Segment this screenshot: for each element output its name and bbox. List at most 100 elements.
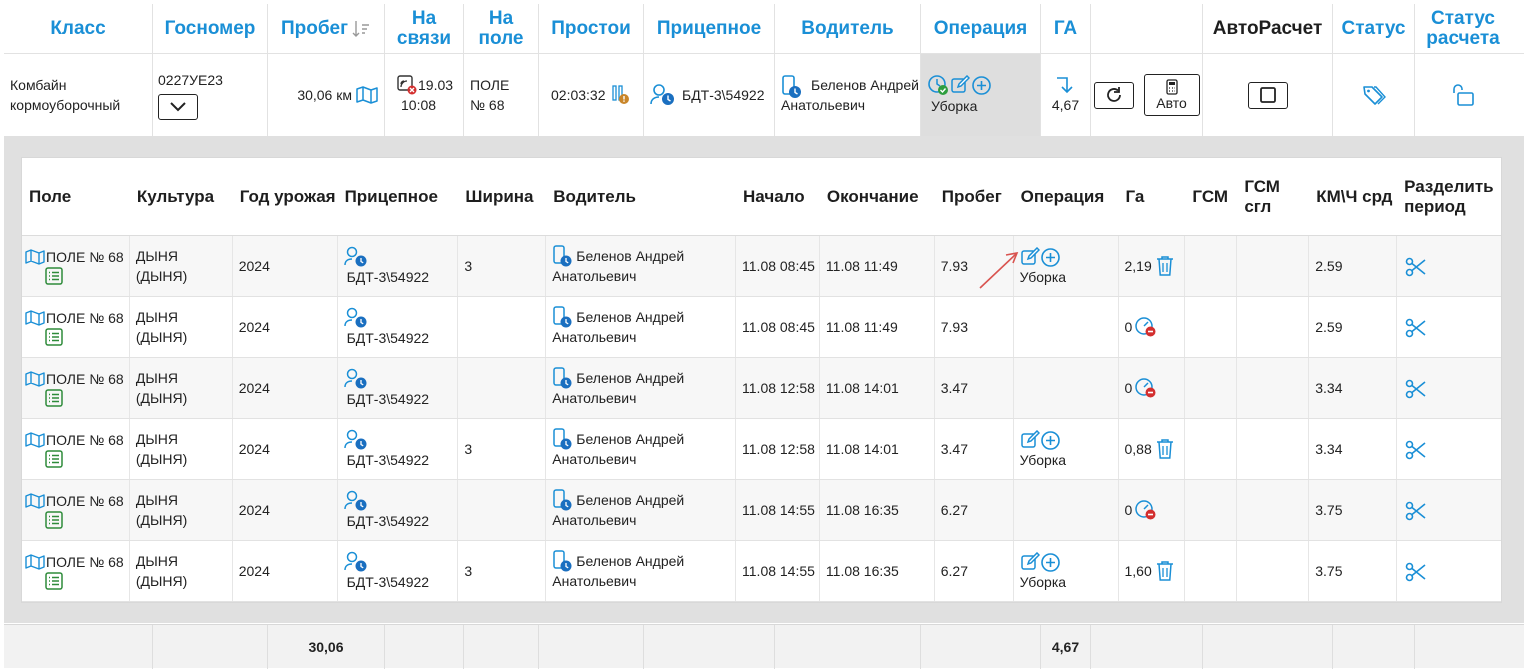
operation: Уборка: [1019, 268, 1067, 285]
header-fuel-smooth[interactable]: ГСМ сгл: [1237, 158, 1309, 235]
table-row[interactable]: ПОЛЕ № 68 ДЫНЯ (ДЫНЯ) 2024 БДТ-3\54922 Белен…: [22, 480, 1501, 541]
table-row[interactable]: ПОЛЕ № 68 ДЫНЯ (ДЫНЯ) 2024 БДТ-3\54922 Белен…: [22, 358, 1501, 419]
header-end[interactable]: Окончание: [820, 158, 935, 235]
col-mileage[interactable]: Пробег: [268, 4, 385, 54]
cell-kmh-avg: 3.34: [1309, 358, 1398, 418]
col-plate[interactable]: Госномер: [153, 4, 268, 54]
col-online[interactable]: На связи: [385, 4, 464, 54]
header-start[interactable]: Начало: [736, 158, 820, 235]
col-trailer[interactable]: Прицепное: [644, 4, 775, 54]
trailer: БДТ-3\54922: [346, 330, 430, 346]
table-row[interactable]: ПОЛЕ № 68 ДЫНЯ (ДЫНЯ) 2024 БДТ-3\54922 Белен…: [22, 297, 1501, 358]
header-culture[interactable]: Культура: [130, 158, 233, 235]
header-mileage[interactable]: Пробег: [935, 158, 1014, 235]
list-icon[interactable]: [45, 511, 63, 529]
col-in-field[interactable]: На поле: [464, 4, 539, 54]
add-circle-icon[interactable]: [1040, 247, 1061, 268]
idle-cell: 02:03:32: [539, 54, 644, 136]
driver-phone-icon[interactable]: [552, 367, 574, 391]
cell-split-period: [1397, 419, 1501, 479]
edit-icon[interactable]: [950, 75, 970, 95]
cell-field: ПОЛЕ № 68: [22, 236, 130, 296]
list-icon[interactable]: [45, 389, 63, 407]
col-calc-status[interactable]: Статус расчета: [1415, 4, 1511, 54]
scissors-icon[interactable]: [1405, 257, 1427, 277]
header-fuel[interactable]: ГСМ: [1185, 158, 1237, 235]
driver-phone-icon[interactable]: [552, 245, 574, 269]
col-status[interactable]: Статус: [1333, 4, 1415, 54]
tags-icon[interactable]: [1362, 84, 1386, 106]
add-circle-icon[interactable]: [1040, 552, 1061, 573]
trailer: БДТ-3\54922: [346, 452, 430, 468]
col-operation[interactable]: Операция: [921, 4, 1041, 54]
header-field[interactable]: Поле: [22, 158, 130, 235]
add-circle-icon[interactable]: [1040, 430, 1061, 451]
list-icon[interactable]: [45, 267, 63, 285]
user-clock-icon[interactable]: [343, 429, 430, 451]
map-icon[interactable]: [25, 493, 45, 509]
header-operation[interactable]: Операция: [1014, 158, 1119, 235]
edit-icon[interactable]: [1020, 429, 1040, 451]
end-time: 11.08 11:49: [825, 258, 898, 274]
vehicle-field: ПОЛЕ № 68: [464, 54, 539, 136]
map-icon[interactable]: [356, 86, 378, 104]
header-trailer[interactable]: Прицепное: [338, 158, 459, 235]
map-icon[interactable]: [25, 310, 45, 326]
driver-phone-icon[interactable]: [552, 428, 574, 452]
user-clock-icon[interactable]: [343, 246, 430, 268]
scissors-icon[interactable]: [1405, 440, 1427, 460]
edit-icon[interactable]: [1020, 551, 1040, 573]
culture: ДЫНЯ (ДЫНЯ): [135, 248, 188, 284]
map-icon[interactable]: [25, 371, 45, 387]
header-width[interactable]: Ширина: [458, 158, 546, 235]
col-driver[interactable]: Водитель: [775, 4, 921, 54]
list-icon[interactable]: [45, 450, 63, 468]
user-clock-icon[interactable]: [343, 307, 430, 329]
auto-button[interactable]: Авто: [1143, 74, 1200, 116]
header-driver[interactable]: Водитель: [546, 158, 736, 235]
actions-cell: Авто: [1091, 54, 1203, 136]
add-circle-icon[interactable]: [971, 75, 992, 96]
trash-icon[interactable]: [1155, 255, 1175, 277]
gauge-remove-icon[interactable]: [1134, 377, 1158, 399]
scissors-icon[interactable]: [1405, 318, 1427, 338]
plate-dropdown-button[interactable]: [158, 94, 198, 120]
driver-phone-icon[interactable]: [552, 306, 574, 330]
driver-phone-icon[interactable]: [781, 75, 803, 99]
trash-icon[interactable]: [1155, 438, 1175, 460]
table-row[interactable]: ПОЛЕ № 68 ДЫНЯ (ДЫНЯ) 2024 БДТ-3\54922 3 Беле…: [22, 541, 1501, 602]
header-split-period[interactable]: Разделить период: [1397, 158, 1501, 235]
header-kmh-avg[interactable]: КМ\Ч срд: [1309, 158, 1397, 235]
unlock-icon[interactable]: [1452, 83, 1474, 107]
trash-icon[interactable]: [1155, 560, 1175, 582]
list-icon[interactable]: [45, 572, 63, 590]
header-ha[interactable]: Га: [1119, 158, 1186, 235]
user-clock-icon[interactable]: [343, 490, 430, 512]
sort-desc-icon[interactable]: [351, 19, 371, 39]
map-icon[interactable]: [25, 432, 45, 448]
scissors-icon[interactable]: [1405, 379, 1427, 399]
driver-phone-icon[interactable]: [552, 489, 574, 513]
table-row[interactable]: ПОЛЕ № 68 ДЫНЯ (ДЫНЯ) 2024 БДТ-3\54922 3 Беле…: [22, 419, 1501, 480]
footer-cell: [1333, 625, 1415, 669]
header-year[interactable]: Год урожая: [233, 158, 338, 235]
driver-phone-icon[interactable]: [552, 550, 574, 574]
col-idle[interactable]: Простои: [539, 4, 644, 54]
scissors-icon[interactable]: [1405, 562, 1427, 582]
footer-cell: [4, 625, 153, 669]
gauge-remove-icon[interactable]: [1134, 499, 1158, 521]
time-check-icon[interactable]: [927, 74, 949, 96]
col-ha[interactable]: ГА: [1041, 4, 1091, 54]
refresh-button[interactable]: [1093, 81, 1134, 109]
map-icon[interactable]: [25, 554, 45, 570]
user-clock-icon[interactable]: [650, 83, 676, 107]
table-row[interactable]: ПОЛЕ № 68 ДЫНЯ (ДЫНЯ) 2024 БДТ-3\54922 3 Беле…: [22, 236, 1501, 297]
map-icon[interactable]: [25, 249, 45, 265]
scissors-icon[interactable]: [1405, 501, 1427, 521]
gauge-remove-icon[interactable]: [1134, 316, 1158, 338]
autocalc-toggle-button[interactable]: [1247, 81, 1288, 109]
list-icon[interactable]: [45, 328, 63, 346]
user-clock-icon[interactable]: [343, 368, 430, 390]
user-clock-icon[interactable]: [343, 551, 430, 573]
idle-warning-icon[interactable]: [611, 84, 630, 106]
